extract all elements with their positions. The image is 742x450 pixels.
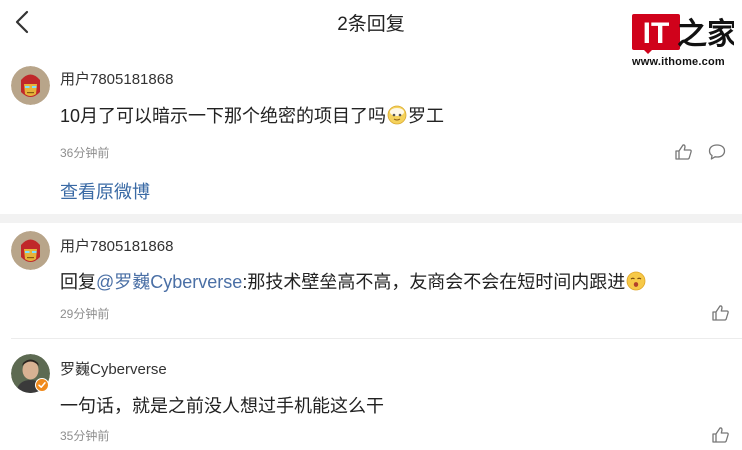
like-button[interactable]: [711, 303, 731, 323]
comment-text: 回复@罗巍Cyberverse:那技术壁垒高不高，友商会不会在短时间内跟进: [60, 268, 647, 294]
comment-text: 10月了可以暗示一下那个绝密的项目了吗 罗工: [60, 102, 444, 128]
thumbs-up-icon: [712, 427, 729, 443]
timestamp: 35分钟前: [60, 429, 110, 443]
section-divider: [0, 214, 742, 223]
comment-item: 用户7805181868 回复@罗巍Cyberverse:那技术壁垒高不高，友商…: [0, 223, 742, 338]
surprised-face-emoji-icon: [626, 271, 646, 291]
comment-text: 一句话，就是之前没人想过手机能这么干: [60, 396, 384, 416]
comment-button[interactable]: [707, 142, 727, 162]
timestamp: 36分钟前: [60, 146, 110, 160]
thumbs-up-icon: [712, 305, 729, 321]
ironman-avatar-icon: [11, 66, 50, 105]
username[interactable]: 用户7805181868: [60, 68, 173, 89]
like-button[interactable]: [711, 425, 731, 445]
svg-text:之家: 之家: [677, 17, 734, 52]
username[interactable]: 罗巍Cyberverse: [60, 358, 167, 379]
ithome-logo-mark: IT 之家: [632, 14, 734, 54]
comment-text-main: 10月了可以暗示一下那个绝密的项目了吗: [60, 106, 387, 126]
comment-text-main: :那技术壁垒高不高，友商会不会在短时间内跟进: [242, 272, 626, 292]
avatar[interactable]: [11, 66, 50, 105]
comment-text-tail: 罗工: [408, 106, 445, 126]
ironman-avatar-icon: [11, 231, 50, 270]
mention-link[interactable]: @罗巍Cyberverse: [96, 272, 242, 292]
reply-prefix: 回复: [60, 272, 96, 292]
like-button[interactable]: [674, 142, 694, 162]
verified-badge-icon: [35, 378, 49, 392]
timestamp: 29分钟前: [60, 307, 110, 321]
thumbs-up-icon: [675, 144, 692, 160]
username[interactable]: 用户7805181868: [60, 235, 173, 256]
comment-item: 用户7805181868 10月了可以暗示一下那个绝密的项目了吗 罗工 36分钟…: [0, 64, 742, 214]
svg-text:IT: IT: [643, 17, 670, 50]
dizzy-face-emoji-icon: [387, 105, 407, 125]
avatar[interactable]: [11, 231, 50, 270]
view-original-link[interactable]: 查看原微博: [60, 178, 150, 204]
ithome-logo: IT 之家 www.ithome.com: [630, 10, 734, 72]
comment-item: 罗巍Cyberverse 一句话，就是之前没人想过手机能这么干 35分钟前: [0, 339, 742, 447]
comment-bubble-icon: [708, 144, 726, 160]
